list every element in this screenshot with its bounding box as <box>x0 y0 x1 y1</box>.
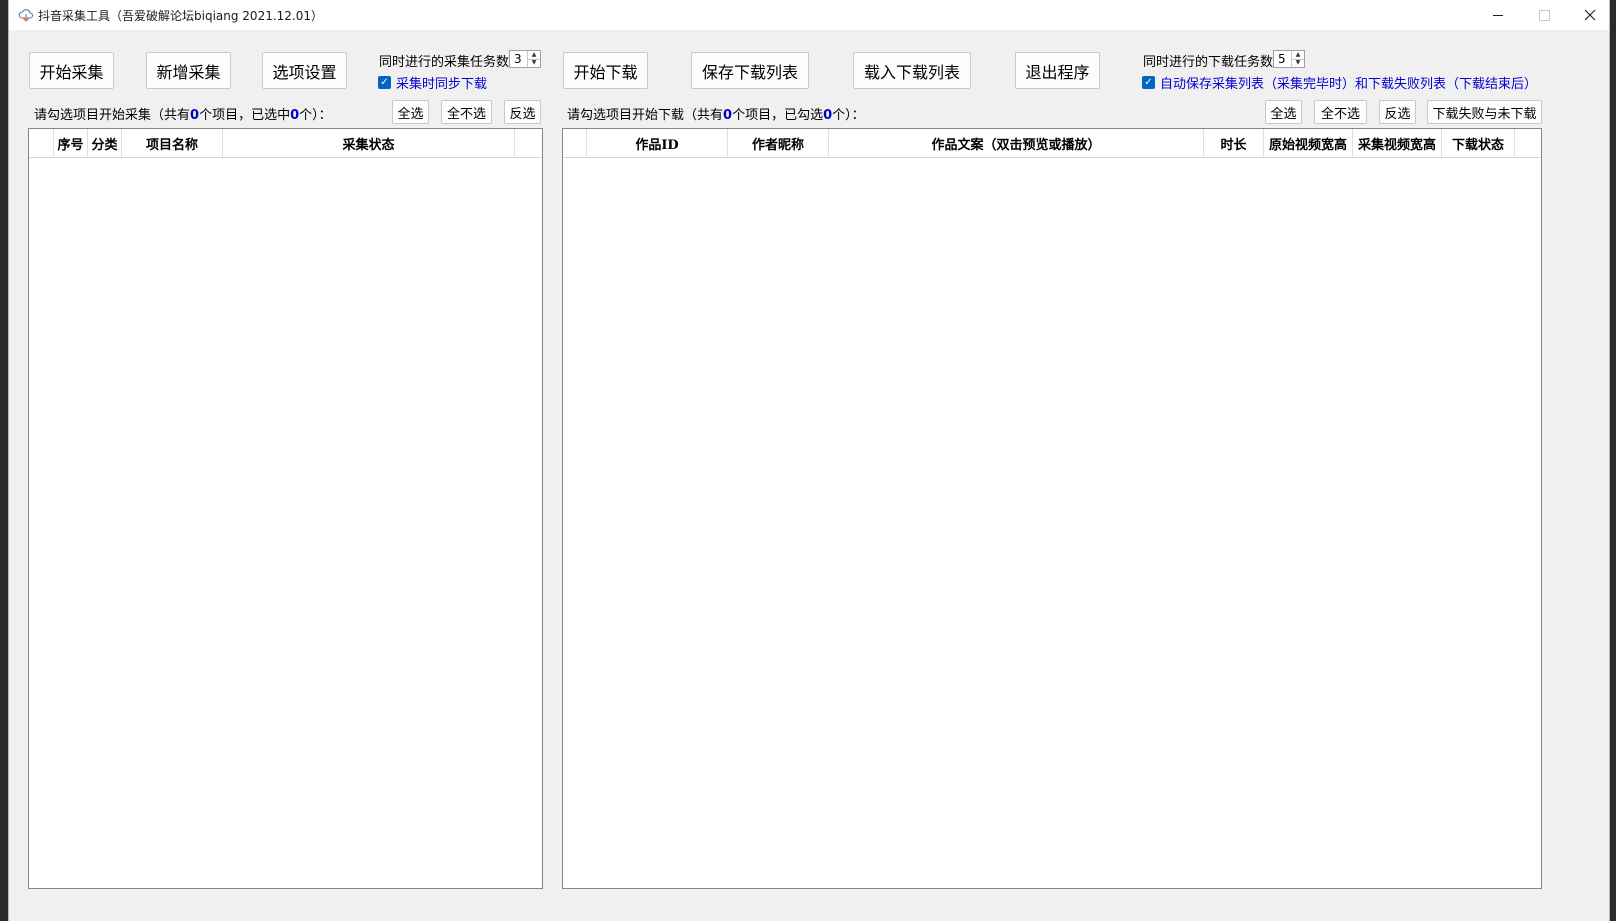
collect-select-none-button[interactable]: 全不选 <box>441 100 492 124</box>
download-status-text: 请勾选项目开始下载（共有0个项目，已勾选0个）： <box>567 108 865 123</box>
check-icon: ✓ <box>1142 76 1155 89</box>
collect-total-count: 0 <box>190 108 200 123</box>
autosave-label: 自动保存采集列表（采集完毕时）和下载失败列表（下载结束后） <box>1160 77 1538 92</box>
minimize-icon <box>1493 14 1503 16</box>
load-download-list-button[interactable]: 载入下载列表 <box>853 52 971 89</box>
autosave-checkbox[interactable]: ✓ 自动保存采集列表（采集完毕时）和下载失败列表（下载结束后） <box>1142 73 1537 92</box>
window-title: 抖音采集工具（吾爱破解论坛biqiang 2021.12.01） <box>38 9 324 23</box>
collect-concurrency-value[interactable]: 3 <box>510 52 527 66</box>
download-select-none-button[interactable]: 全不选 <box>1314 100 1367 124</box>
options-button[interactable]: 选项设置 <box>262 52 347 89</box>
download-col-original-size[interactable]: 原始视频宽高 <box>1264 129 1353 157</box>
start-download-button[interactable]: 开始下载 <box>563 52 648 89</box>
maximize-button[interactable] <box>1521 0 1567 30</box>
exit-button[interactable]: 退出程序 <box>1015 52 1100 89</box>
spin-down-icon[interactable]: ▼ <box>1292 58 1304 68</box>
collect-invert-button[interactable]: 反选 <box>504 100 541 124</box>
download-list[interactable]: 作品ID 作者昵称 作品文案（双击预览或播放） 时长 原始视频宽高 采集视频宽高… <box>562 128 1542 889</box>
collect-status-text: 请勾选项目开始采集（共有0个项目，已选中0个）： <box>34 108 332 123</box>
download-col-collected-size[interactable]: 采集视频宽高 <box>1353 129 1442 157</box>
download-col-status[interactable]: 下载状态 <box>1442 129 1515 157</box>
collect-col-index[interactable]: 序号 <box>54 129 88 157</box>
download-concurrency-value[interactable]: 5 <box>1274 52 1291 66</box>
download-col-author[interactable]: 作者昵称 <box>728 129 829 157</box>
download-list-header: 作品ID 作者昵称 作品文案（双击预览或播放） 时长 原始视频宽高 采集视频宽高… <box>563 129 1541 158</box>
close-icon <box>1584 9 1596 21</box>
collect-col-category[interactable]: 分类 <box>88 129 122 157</box>
collect-concurrency-spinner[interactable]: 3 ▲ ▼ <box>509 50 541 68</box>
download-concurrency-spinner[interactable]: 5 ▲ ▼ <box>1273 50 1305 68</box>
collect-col-check[interactable] <box>29 129 54 157</box>
collect-col-name[interactable]: 项目名称 <box>122 129 223 157</box>
collect-col-status[interactable]: 采集状态 <box>223 129 515 157</box>
app-window: 抖音采集工具（吾爱破解论坛biqiang 2021.12.01） 开始采集 新增… <box>8 0 1610 921</box>
collect-col-filler <box>515 129 542 157</box>
minimize-button[interactable] <box>1475 0 1521 30</box>
close-button[interactable] <box>1567 0 1613 30</box>
spin-up-icon[interactable]: ▲ <box>528 51 540 59</box>
start-collect-button[interactable]: 开始采集 <box>29 52 114 89</box>
download-col-duration[interactable]: 时长 <box>1204 129 1264 157</box>
download-col-filler <box>1515 129 1541 157</box>
download-col-caption[interactable]: 作品文案（双击预览或播放） <box>829 129 1204 157</box>
collect-concurrency-label: 同时进行的采集任务数 <box>379 55 510 70</box>
save-download-list-button[interactable]: 保存下载列表 <box>691 52 809 89</box>
download-col-check[interactable] <box>563 129 587 157</box>
collect-list[interactable]: 序号 分类 项目名称 采集状态 <box>28 128 543 889</box>
sync-download-label: 采集时同步下载 <box>396 77 488 92</box>
check-icon: ✓ <box>378 76 391 89</box>
spin-down-icon[interactable]: ▼ <box>528 58 540 68</box>
spin-up-icon[interactable]: ▲ <box>1292 51 1304 59</box>
download-col-id[interactable]: 作品ID <box>587 129 728 157</box>
download-concurrency-label: 同时进行的下载任务数 <box>1143 55 1274 70</box>
download-invert-button[interactable]: 反选 <box>1379 100 1416 124</box>
collect-list-header: 序号 分类 项目名称 采集状态 <box>29 129 542 158</box>
new-collect-button[interactable]: 新增采集 <box>146 52 231 89</box>
cloud-download-icon <box>18 9 34 22</box>
download-failed-pending-button[interactable]: 下载失败与未下载 <box>1427 100 1542 124</box>
maximize-icon <box>1538 9 1550 21</box>
collect-selected-count: 0 <box>290 108 300 123</box>
collect-select-all-button[interactable]: 全选 <box>392 100 429 124</box>
title-bar: 抖音采集工具（吾爱破解论坛biqiang 2021.12.01） <box>9 0 1609 30</box>
download-select-all-button[interactable]: 全选 <box>1265 100 1302 124</box>
download-selected-count: 0 <box>823 108 833 123</box>
download-total-count: 0 <box>723 108 733 123</box>
sync-download-checkbox[interactable]: ✓ 采集时同步下载 <box>378 73 487 92</box>
